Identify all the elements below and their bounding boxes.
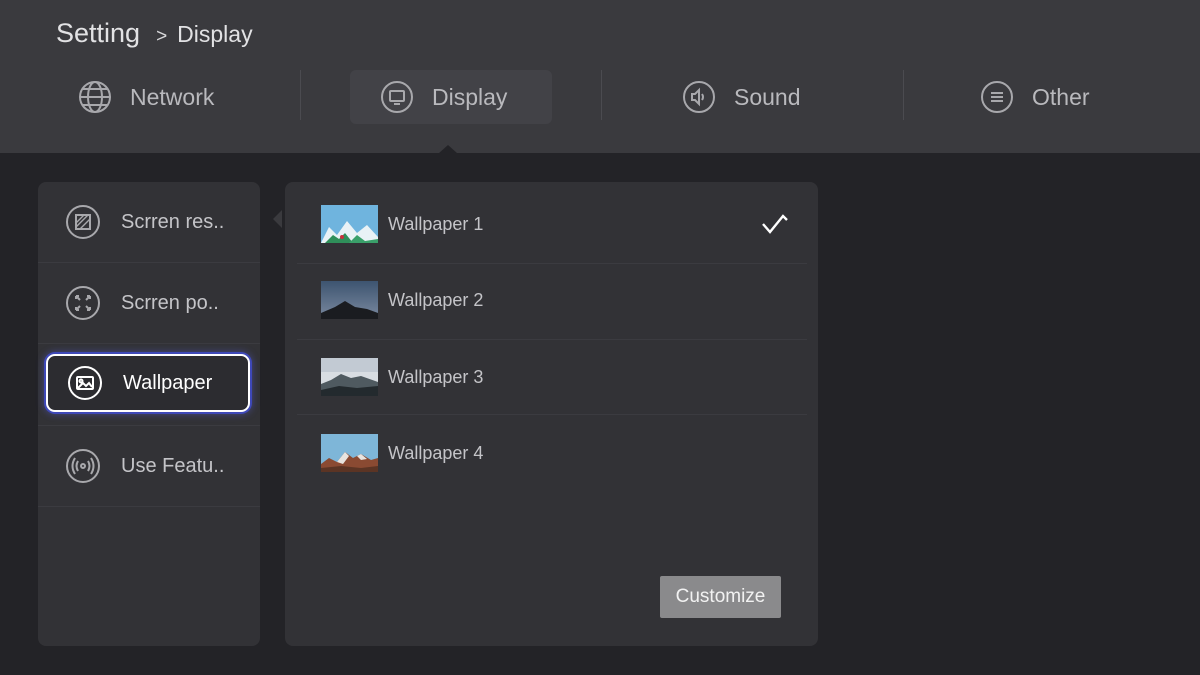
side-item-use-features[interactable]: Use Featu.. [38, 426, 260, 506]
tab-display-label: Display [432, 83, 508, 110]
side-item-screen-resolution[interactable]: Scrren res.. [38, 182, 260, 262]
expand-arrows-icon [65, 285, 101, 321]
breadcrumb-current: Display [177, 21, 253, 47]
wallpaper-option-1[interactable]: Wallpaper 1 [297, 186, 807, 262]
category-tabs: Network Display Sound Other [0, 70, 1200, 124]
breadcrumb: Setting > Display [56, 18, 253, 49]
wallpaper-3-thumbnail [321, 358, 378, 396]
divider [38, 506, 260, 507]
tab-sound-label: Sound [734, 83, 801, 110]
wallpaper-option-label: Wallpaper 2 [388, 289, 484, 310]
tab-divider [300, 70, 301, 120]
wallpaper-option-2[interactable]: Wallpaper 2 [297, 262, 807, 338]
wallpaper-4-thumbnail [321, 434, 378, 472]
top-header: Setting > Display Network Display Sound … [0, 0, 1200, 153]
divider [38, 343, 260, 344]
broadcast-icon [65, 448, 101, 484]
customize-button[interactable]: Customize [660, 576, 781, 618]
tab-sound[interactable]: Sound [682, 70, 801, 124]
submenu-pointer [273, 210, 282, 228]
tab-network[interactable]: Network [78, 70, 214, 124]
wallpaper-option-label: Wallpaper 4 [388, 442, 484, 463]
wallpaper-1-thumbnail [321, 205, 378, 243]
tab-divider [601, 70, 602, 120]
speaker-icon [682, 80, 716, 114]
wallpaper-option-label: Wallpaper 3 [388, 366, 484, 387]
breadcrumb-separator: > [156, 26, 168, 47]
list-icon [980, 80, 1014, 114]
image-icon [67, 365, 103, 401]
tab-display[interactable]: Display [350, 70, 552, 124]
tab-network-label: Network [130, 83, 215, 110]
breadcrumb-root[interactable]: Setting [56, 18, 140, 49]
tab-other-label: Other [1032, 83, 1090, 110]
tab-divider [903, 70, 904, 120]
side-item-screen-position[interactable]: Scrren po.. [38, 263, 260, 343]
wallpaper-option-label: Wallpaper 1 [388, 213, 484, 234]
display-side-menu: Scrren res.. Scrren po.. Wallpaper Use F… [38, 182, 260, 646]
wallpaper-panel: Wallpaper 1 Wallpaper 2 Wallpaper 3 Wall… [285, 182, 818, 646]
globe-icon [78, 80, 112, 114]
side-item-wallpaper[interactable]: Wallpaper [46, 354, 250, 412]
side-item-label: Scrren po.. [121, 291, 219, 314]
checkmark-icon [761, 213, 789, 240]
side-item-label: Scrren res.. [121, 210, 225, 233]
wallpaper-option-3[interactable]: Wallpaper 3 [297, 339, 807, 415]
selected-tab-pointer [439, 145, 457, 153]
side-item-label: Wallpaper [123, 371, 213, 394]
wallpaper-option-4[interactable]: Wallpaper 4 [297, 415, 807, 491]
tab-other[interactable]: Other [980, 70, 1090, 124]
wallpaper-2-thumbnail [321, 281, 378, 319]
side-item-label: Use Featu.. [121, 454, 225, 477]
screen-resolution-icon [65, 204, 101, 240]
monitor-icon [380, 80, 414, 114]
